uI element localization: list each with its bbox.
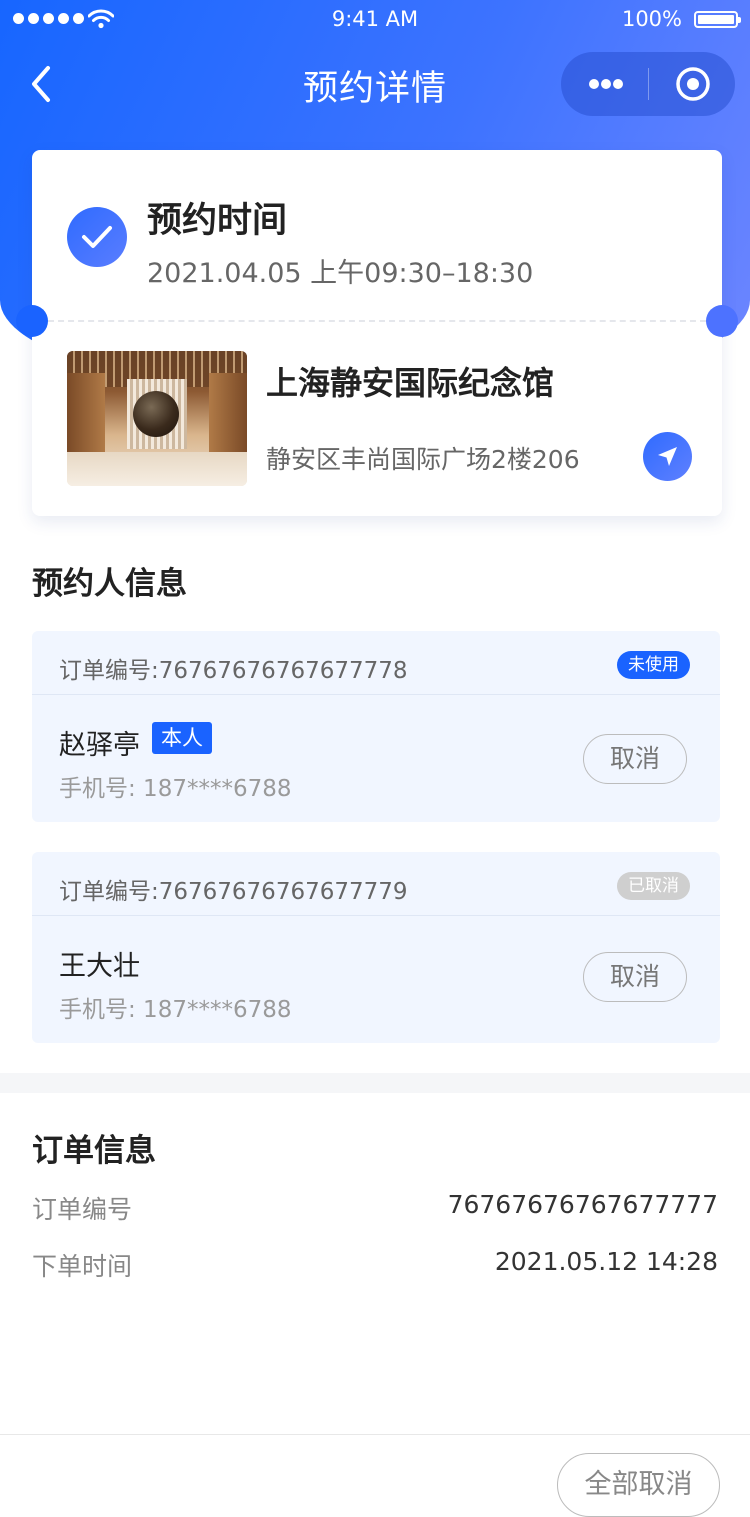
order-time-label: 下单时间 xyxy=(32,1252,133,1281)
battery-icon xyxy=(694,11,741,28)
attendee-phone: 手机号: 187****6788 xyxy=(59,776,292,802)
attendee-name: 王大壮 xyxy=(59,951,140,982)
order-number-value: 76767676767677777 xyxy=(447,1190,718,1219)
attendee-card: 订单编号:76767676767677779 已取消 王大壮 手机号: 187*… xyxy=(32,852,720,1043)
close-button[interactable] xyxy=(675,66,711,102)
section-separator xyxy=(0,1073,750,1093)
venue-photo xyxy=(67,351,247,486)
footer-divider xyxy=(0,1434,750,1435)
navigation-arrow-icon xyxy=(658,447,677,466)
ticket-notch-right xyxy=(706,305,738,337)
order-info-section-title: 订单信息 xyxy=(32,1133,156,1169)
more-button[interactable] xyxy=(561,52,649,116)
reservation-time-title: 预约时间 xyxy=(147,201,288,241)
capsule-divider xyxy=(648,68,649,100)
order-number-label: 订单编号 xyxy=(32,1195,133,1224)
card-divider xyxy=(32,694,720,695)
self-badge: 本人 xyxy=(152,722,212,754)
dashed-divider xyxy=(48,320,706,322)
check-circle-icon xyxy=(67,207,127,267)
attendee-phone: 手机号: 187****6788 xyxy=(59,997,292,1023)
attendee-name: 赵驿亭 xyxy=(59,730,140,761)
venue-address: 静安区丰尚国际广场2楼206 xyxy=(266,445,580,474)
mini-program-capsule xyxy=(561,52,735,116)
battery-percent: 100% xyxy=(621,7,682,31)
reservation-time-value: 2021.04.05 上午09:30–18:30 xyxy=(147,258,534,289)
card-divider xyxy=(32,915,720,916)
status-badge: 未使用 xyxy=(617,651,690,679)
attendee-section-title: 预约人信息 xyxy=(32,566,187,602)
status-badge: 已取消 xyxy=(617,872,690,900)
attendee-order-number: 订单编号:76767676767677778 xyxy=(59,658,408,684)
order-time-value: 2021.05.12 14:28 xyxy=(494,1247,718,1276)
cancel-button[interactable]: 取消 xyxy=(583,952,687,1002)
target-circle-icon xyxy=(676,67,710,101)
attendee-card: 订单编号:76767676767677778 未使用 赵驿亭 本人 手机号: 1… xyxy=(32,631,720,822)
navigate-button[interactable] xyxy=(643,432,692,481)
ticket-notch-left xyxy=(16,305,48,337)
status-bar: 9:41 AM 100% xyxy=(0,0,750,40)
cancel-all-button[interactable]: 全部取消 xyxy=(557,1453,720,1517)
cancel-button[interactable]: 取消 xyxy=(583,734,687,784)
venue-name: 上海静安国际纪念馆 xyxy=(266,364,555,402)
reservation-card: 预约时间 2021.04.05 上午09:30–18:30 上海静安国际纪念馆 … xyxy=(16,150,738,516)
attendee-order-number: 订单编号:76767676767677779 xyxy=(59,879,408,905)
